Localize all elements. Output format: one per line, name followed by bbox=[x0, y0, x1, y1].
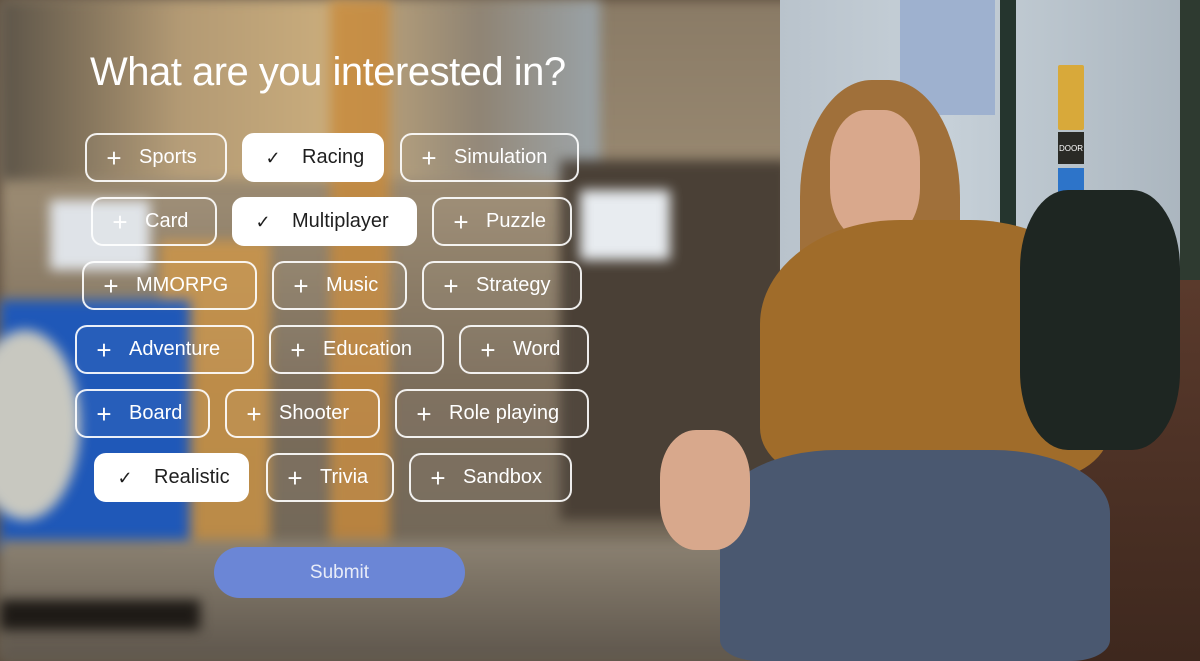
chip-label: Sports bbox=[139, 146, 197, 168]
chip-education[interactable]: + Education bbox=[269, 325, 444, 374]
chip-racing[interactable]: ✓ Racing bbox=[242, 133, 384, 182]
chip-multiplayer[interactable]: ✓ Multiplayer bbox=[232, 197, 417, 246]
plus-icon: + bbox=[416, 398, 432, 429]
plus-icon: + bbox=[290, 334, 306, 365]
chip-label: Card bbox=[145, 210, 189, 232]
chip-mmorpg[interactable]: + MMORPG bbox=[82, 261, 257, 310]
chip-music[interactable]: + Music bbox=[272, 261, 407, 310]
plus-icon: + bbox=[293, 270, 309, 301]
chip-label: Trivia bbox=[320, 466, 369, 488]
plus-icon: + bbox=[96, 398, 112, 429]
chip-label: Music bbox=[326, 274, 379, 296]
page-title: What are you interested in? bbox=[90, 50, 566, 94]
plus-icon: + bbox=[103, 270, 119, 301]
chip-label: Multiplayer bbox=[292, 210, 389, 232]
chip-realistic[interactable]: ✓ Realistic bbox=[94, 453, 249, 502]
chip-label: Simulation bbox=[454, 146, 548, 168]
plus-icon: + bbox=[112, 206, 128, 237]
chip-sandbox[interactable]: + Sandbox bbox=[409, 453, 572, 502]
chip-label: Education bbox=[323, 338, 412, 360]
check-icon: ✓ bbox=[265, 147, 281, 168]
check-icon: ✓ bbox=[117, 467, 133, 488]
chip-label: Shooter bbox=[279, 402, 350, 424]
chip-trivia[interactable]: + Trivia bbox=[266, 453, 394, 502]
chip-label: MMORPG bbox=[136, 274, 229, 296]
plus-icon: + bbox=[96, 334, 112, 365]
plus-icon: + bbox=[430, 462, 446, 493]
chip-strategy[interactable]: + Strategy bbox=[422, 261, 582, 310]
chip-simulation[interactable]: + Simulation bbox=[400, 133, 579, 182]
chip-shooter[interactable]: + Shooter bbox=[225, 389, 380, 438]
plus-icon: + bbox=[106, 142, 122, 173]
chip-card[interactable]: + Card bbox=[91, 197, 217, 246]
plus-icon: + bbox=[443, 270, 459, 301]
chip-label: Racing bbox=[302, 146, 365, 168]
plus-icon: + bbox=[480, 334, 496, 365]
chip-label: Role playing bbox=[449, 402, 560, 424]
chip-puzzle[interactable]: + Puzzle bbox=[432, 197, 572, 246]
submit-button[interactable]: Submit bbox=[214, 547, 465, 598]
chip-label: Puzzle bbox=[486, 210, 547, 232]
plus-icon: + bbox=[287, 462, 303, 493]
chip-label: Sandbox bbox=[463, 466, 542, 488]
chip-sports[interactable]: + Sports bbox=[85, 133, 227, 182]
plus-icon: + bbox=[421, 142, 437, 173]
plus-icon: + bbox=[453, 206, 469, 237]
door-sign: DOOR bbox=[1058, 132, 1084, 164]
chip-board[interactable]: + Board bbox=[75, 389, 210, 438]
chip-label: Board bbox=[129, 402, 183, 424]
chip-adventure[interactable]: + Adventure bbox=[75, 325, 254, 374]
chip-label: Word bbox=[513, 338, 561, 360]
chip-word[interactable]: + Word bbox=[459, 325, 589, 374]
plus-icon: + bbox=[246, 398, 262, 429]
chip-label: Adventure bbox=[129, 338, 221, 360]
check-icon: ✓ bbox=[255, 211, 271, 232]
chip-label: Strategy bbox=[476, 274, 551, 296]
chip-role-playing[interactable]: + Role playing bbox=[395, 389, 589, 438]
chip-label: Realistic bbox=[154, 466, 230, 488]
